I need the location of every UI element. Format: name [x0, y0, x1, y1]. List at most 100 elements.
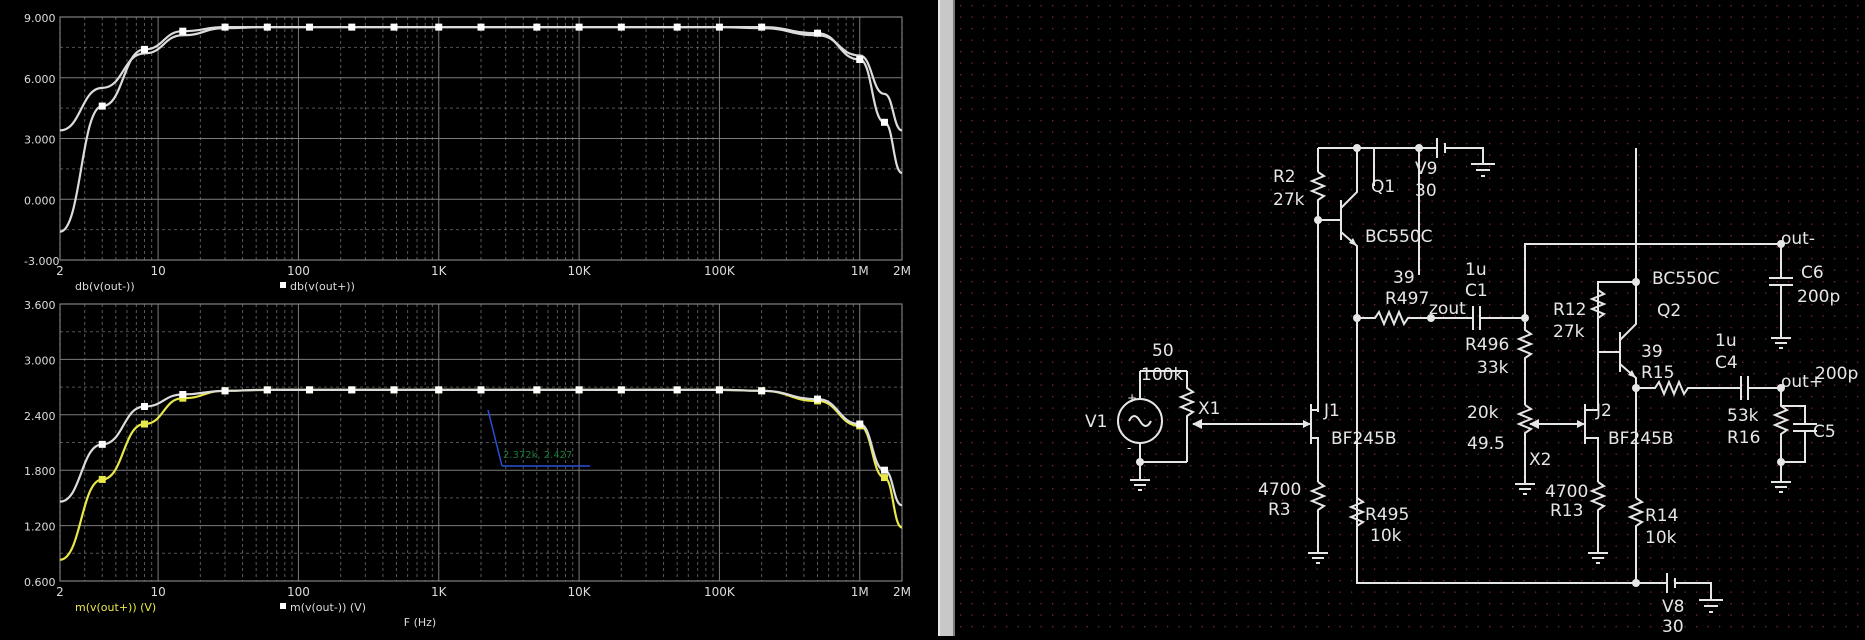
plot-1: 9.000 6.000 3.000 0.000 -3.0002 10 100 1K 10K 100…	[24, 12, 911, 293]
data-point-marker	[263, 23, 271, 31]
label-pot2-b: 49.5	[1467, 434, 1505, 454]
data-point-marker	[477, 386, 485, 394]
y-tick-label: 3.000	[24, 354, 56, 367]
x-tick-label: 100K	[704, 264, 736, 278]
x-tick-label: 100K	[704, 585, 736, 599]
data-point-marker	[140, 402, 148, 410]
label-pot2-a: 20k	[1467, 403, 1499, 423]
y-tick-label: 0.000	[24, 194, 56, 207]
label-Q2: Q2	[1657, 301, 1681, 321]
label-C1: C1	[1465, 281, 1488, 301]
label-R495: R495	[1365, 505, 1409, 525]
data-point-marker	[856, 420, 864, 428]
data-point-marker	[306, 386, 314, 394]
node-dot	[1136, 458, 1144, 466]
label-R495-value: 10k	[1370, 526, 1402, 546]
x-tick-label: 2	[56, 585, 64, 599]
label-C1-value: 1u	[1465, 260, 1487, 280]
label-R2-value: 27k	[1273, 190, 1305, 210]
data-point-marker	[221, 23, 229, 31]
label-R12-value: 27k	[1553, 322, 1585, 342]
y-tick-label: 2.400	[24, 410, 56, 423]
data-point-marker	[814, 395, 822, 403]
label-R13-value: 4700	[1545, 482, 1588, 502]
x-axis-label: F (Hz)	[404, 616, 436, 629]
label-J1-model: BF245B	[1331, 429, 1397, 449]
label-R16-value: 53k	[1727, 406, 1759, 426]
svg-text:-: -	[1127, 441, 1131, 455]
label-R14: R14	[1645, 506, 1678, 526]
data-point-marker	[533, 386, 541, 394]
x-tick-label: 2M	[893, 264, 911, 278]
label-R15: R15	[1641, 363, 1674, 383]
label-R16: R16	[1727, 428, 1760, 448]
data-point-marker	[390, 386, 398, 394]
data-point-marker	[140, 45, 148, 53]
label-R3-value: 4700	[1258, 480, 1301, 500]
label-R497: R497	[1385, 289, 1429, 309]
x-tick-label: 100	[287, 264, 310, 278]
label-C4-value: 1u	[1715, 331, 1737, 351]
data-point-marker	[263, 386, 271, 394]
y-tick-label: 6.000	[24, 73, 56, 86]
legend-marker	[280, 282, 286, 288]
legend-entry: m(v(out+)) (V)	[75, 601, 156, 614]
label-R3: R3	[1268, 500, 1291, 520]
y-tick-label: 9.000	[24, 12, 56, 25]
svg-text:+: +	[1127, 391, 1137, 405]
data-point-marker	[477, 23, 485, 31]
label-V9: V9	[1415, 159, 1437, 179]
label-C5-value: 200p	[1815, 364, 1858, 384]
y-tick-label: -3.000	[24, 255, 59, 268]
x-tick-label: 10	[150, 585, 165, 599]
label-R13: R13	[1550, 501, 1583, 521]
data-point-marker	[673, 386, 681, 394]
y-tick-label: 1.800	[24, 465, 56, 478]
label-Q1: Q1	[1371, 177, 1395, 197]
data-point-marker	[673, 23, 681, 31]
label-Q2-model: BC550C	[1652, 269, 1720, 289]
label-R497-value: 39	[1393, 268, 1415, 288]
label-J2: J2	[1595, 401, 1612, 421]
x-tick-label: 1M	[851, 585, 869, 599]
data-point-marker	[715, 386, 723, 394]
schematic-canvas[interactable]: R2 27k Q1 BC550C V9 30 39 R497 zout 1u C…	[955, 0, 1865, 637]
label-R12: R12	[1553, 300, 1586, 320]
x-tick-label: 10	[150, 264, 165, 278]
x-tick-label: 1K	[431, 585, 448, 599]
data-point-marker	[533, 23, 541, 31]
data-point-marker	[348, 23, 356, 31]
data-point-marker	[575, 386, 583, 394]
data-point-marker	[140, 420, 148, 428]
x-tick-label: 1M	[851, 264, 869, 278]
y-tick-label: 3.600	[24, 299, 56, 312]
data-point-marker	[814, 29, 822, 37]
y-tick-label: 1.200	[24, 521, 56, 534]
legend-marker	[280, 603, 286, 609]
label-R496-value: 33k	[1477, 358, 1509, 378]
data-point-marker	[715, 23, 723, 31]
data-point-marker	[390, 23, 398, 31]
label-C6-value: 200p	[1797, 287, 1840, 307]
label-Q1-model: BC550C	[1365, 227, 1433, 247]
data-point-marker	[880, 118, 888, 126]
data-point-marker	[98, 440, 106, 448]
y-tick-label: 3.000	[24, 134, 56, 147]
data-point-marker	[98, 475, 106, 483]
label-C6: C6	[1801, 263, 1824, 283]
label-R14-value: 10k	[1645, 528, 1677, 548]
legend-entry: m(v(out-)) (V)	[290, 601, 366, 614]
data-point-marker	[758, 23, 766, 31]
x-tick-label: 100	[287, 585, 310, 599]
data-point-marker	[856, 56, 864, 64]
label-pot1-b: 100k	[1141, 365, 1183, 385]
label-C5: C5	[1813, 422, 1836, 442]
label-J2-model: BF245B	[1608, 429, 1674, 449]
cursor-readout: 2.372k, 2.427	[503, 450, 572, 461]
data-point-marker	[880, 474, 888, 482]
label-C4: C4	[1715, 353, 1738, 373]
label-X2: X2	[1529, 450, 1551, 470]
label-R496: R496	[1465, 335, 1509, 355]
x-tick-label: 2M	[893, 585, 911, 599]
splitter-bar[interactable]	[938, 0, 955, 636]
